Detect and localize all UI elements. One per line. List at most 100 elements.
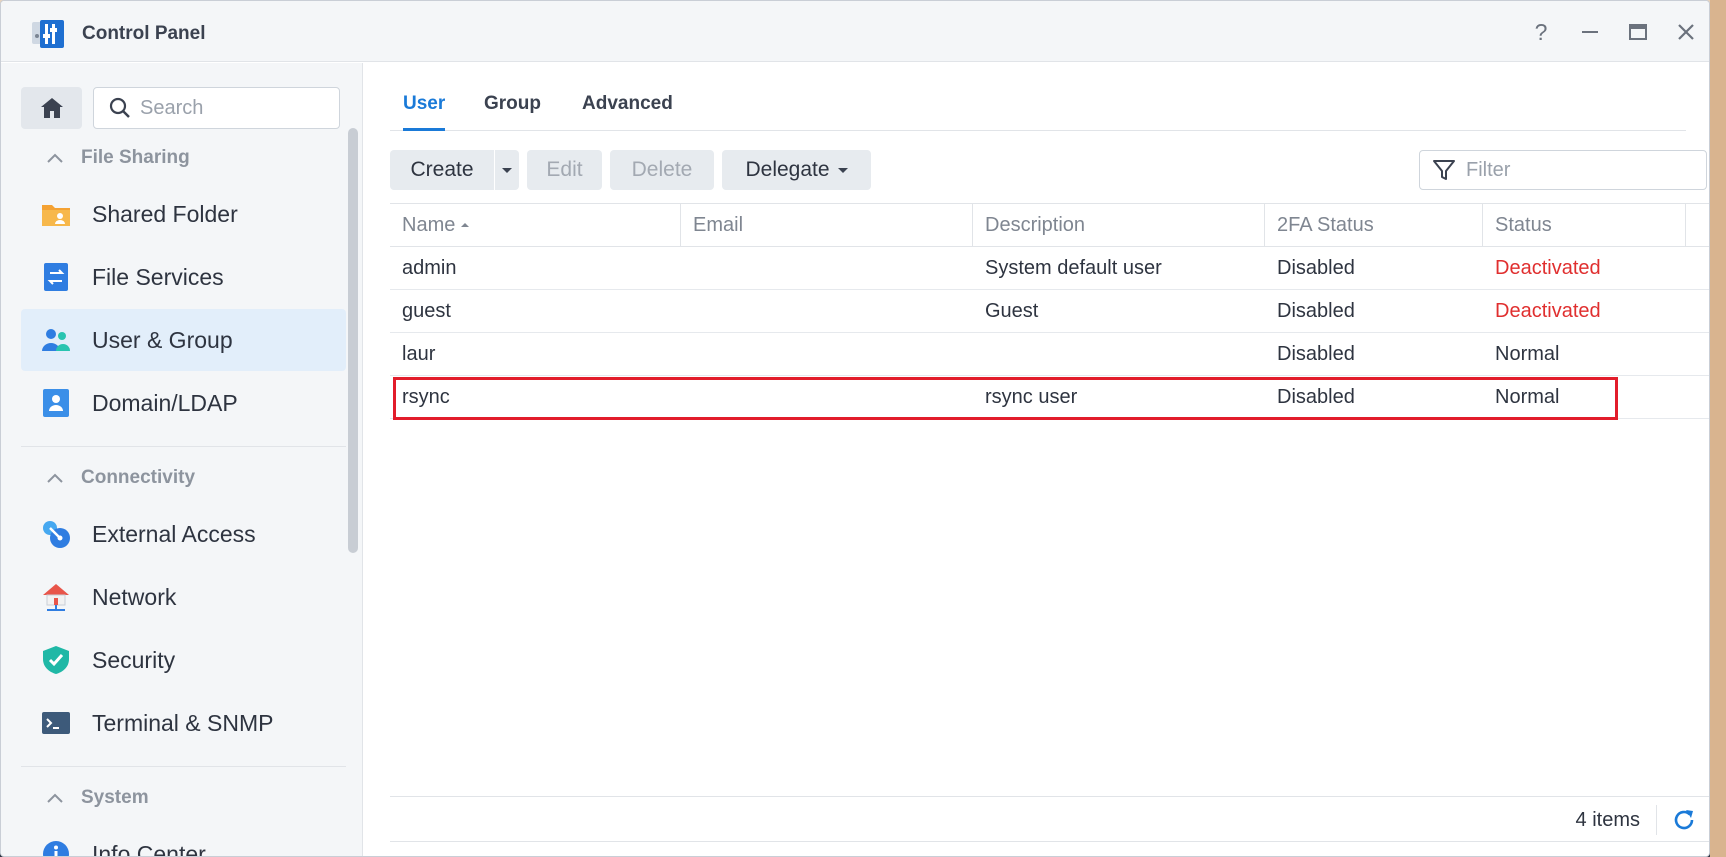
tab-group[interactable]: Group (484, 93, 541, 115)
cell-description: System default user (985, 256, 1162, 279)
sidebar-divider (21, 446, 346, 447)
sidebar-item-label: Terminal & SNMP (92, 709, 274, 736)
table-row[interactable]: admin System default user Disabled Deact… (390, 247, 1709, 290)
sidebar-item-info-center[interactable]: Info Center (21, 823, 346, 857)
item-count: 4 items (1575, 809, 1640, 831)
sidebar-item-label: User & Group (92, 326, 233, 353)
maximize-icon[interactable] (1625, 19, 1651, 45)
delete-button[interactable]: Delete (610, 150, 714, 190)
edit-button[interactable]: Edit (527, 150, 602, 190)
footer-divider (1656, 805, 1657, 835)
tab-user[interactable]: User (403, 93, 446, 131)
ldap-icon (43, 389, 69, 417)
sidebar: File Sharing Shared Folder File Services (1, 63, 363, 857)
section-system[interactable]: System (45, 787, 149, 809)
column-label: 2FA Status (1277, 213, 1374, 236)
sidebar-item-external-access[interactable]: External Access (21, 503, 346, 565)
cell-status: Deactivated (1495, 256, 1601, 279)
cell-email (681, 247, 973, 289)
control-panel-icon (32, 20, 64, 48)
sidebar-item-label: Info Center (92, 840, 206, 857)
cell-status: Normal (1495, 385, 1560, 408)
sidebar-item-label: File Services (92, 263, 224, 290)
cell-2fa-status: Disabled (1277, 299, 1355, 322)
minimize-icon[interactable] (1577, 19, 1603, 45)
control-panel-window: Control Panel ? Search File Sharing Shar… (0, 0, 1710, 857)
chevron-up-icon (47, 153, 63, 163)
search-input[interactable] (140, 96, 320, 120)
cell-2fa-status: Disabled (1277, 256, 1355, 279)
section-connectivity[interactable]: Connectivity (45, 467, 195, 489)
cell-email (681, 376, 973, 418)
column-label: Description (985, 213, 1086, 236)
close-icon[interactable] (1673, 19, 1699, 45)
cell-description: rsync user (985, 385, 1078, 408)
section-title: File Sharing (81, 147, 190, 168)
cell-name: guest (402, 299, 451, 322)
user-table: Name Email Description 2FA Status Status (390, 203, 1709, 419)
sidebar-item-label: External Access (92, 520, 256, 547)
column-header-email[interactable]: Email (681, 204, 973, 246)
column-header-2fa-status[interactable]: 2FA Status (1265, 204, 1483, 246)
file-services-icon (44, 263, 68, 291)
sidebar-item-security[interactable]: Security (21, 629, 346, 691)
search-icon (109, 97, 130, 118)
window-title: Control Panel (82, 23, 206, 44)
column-label: Name (402, 213, 456, 236)
cell-name: laur (402, 342, 436, 365)
sidebar-item-terminal-snmp[interactable]: Terminal & SNMP (21, 692, 346, 754)
filter-field[interactable] (1419, 150, 1707, 190)
home-icon (40, 98, 63, 118)
cell-email (681, 290, 973, 332)
cell-status: Normal (1495, 342, 1560, 365)
help-icon[interactable]: ? (1528, 19, 1554, 45)
column-label: Email (693, 213, 744, 236)
delegate-label: Delegate (745, 158, 830, 181)
section-title: Connectivity (81, 467, 196, 488)
table-row[interactable]: rsync rsync user Disabled Normal (390, 376, 1709, 419)
chevron-up-icon (47, 793, 63, 803)
users-icon (42, 329, 70, 351)
external-access-icon (43, 521, 70, 548)
tab-advanced[interactable]: Advanced (582, 93, 673, 115)
sidebar-item-label: Network (92, 583, 177, 610)
search-field[interactable] (93, 87, 340, 129)
column-header-name[interactable]: Name (390, 204, 681, 246)
caret-down-icon (837, 167, 848, 173)
home-button[interactable] (21, 87, 82, 129)
delegate-button[interactable]: Delegate (722, 150, 871, 190)
filter-icon (1433, 160, 1455, 180)
filter-input[interactable] (1466, 158, 1686, 182)
sidebar-item-shared-folder[interactable]: Shared Folder (21, 183, 346, 245)
column-header-status[interactable]: Status (1483, 204, 1686, 246)
create-button[interactable]: Create (390, 150, 494, 190)
table-row[interactable]: guest Guest Disabled Deactivated (390, 290, 1709, 333)
column-header-description[interactable]: Description (973, 204, 1265, 246)
sidebar-item-label: Domain/LDAP (92, 389, 238, 416)
sidebar-item-file-services[interactable]: File Services (21, 246, 346, 308)
refresh-icon[interactable] (1671, 807, 1697, 833)
cell-email (681, 333, 973, 375)
cell-2fa-status: Disabled (1277, 342, 1355, 365)
column-header-spacer (1686, 204, 1709, 246)
shield-icon (43, 646, 69, 674)
sidebar-item-label: Security (92, 646, 176, 673)
folder-icon (42, 205, 70, 226)
title-bar[interactable]: Control Panel ? (1, 1, 1709, 62)
column-label: Status (1495, 213, 1552, 236)
chevron-up-icon (47, 473, 63, 483)
table-header: Name Email Description 2FA Status Status (390, 203, 1709, 247)
sidebar-item-user-group[interactable]: User & Group (21, 309, 346, 371)
sidebar-item-domain-ldap[interactable]: Domain/LDAP (21, 372, 346, 434)
sidebar-item-network[interactable]: Network (21, 566, 346, 628)
network-icon (43, 584, 69, 611)
desktop-background (1710, 0, 1726, 857)
create-dropdown-button[interactable] (495, 150, 519, 190)
cell-name: rsync (402, 385, 450, 408)
cell-status: Deactivated (1495, 299, 1601, 322)
info-icon (43, 841, 69, 856)
cell-description (973, 333, 1265, 375)
sidebar-scrollbar[interactable] (348, 128, 358, 553)
table-row[interactable]: laur Disabled Normal (390, 333, 1709, 376)
section-file-sharing[interactable]: File Sharing (45, 147, 190, 169)
